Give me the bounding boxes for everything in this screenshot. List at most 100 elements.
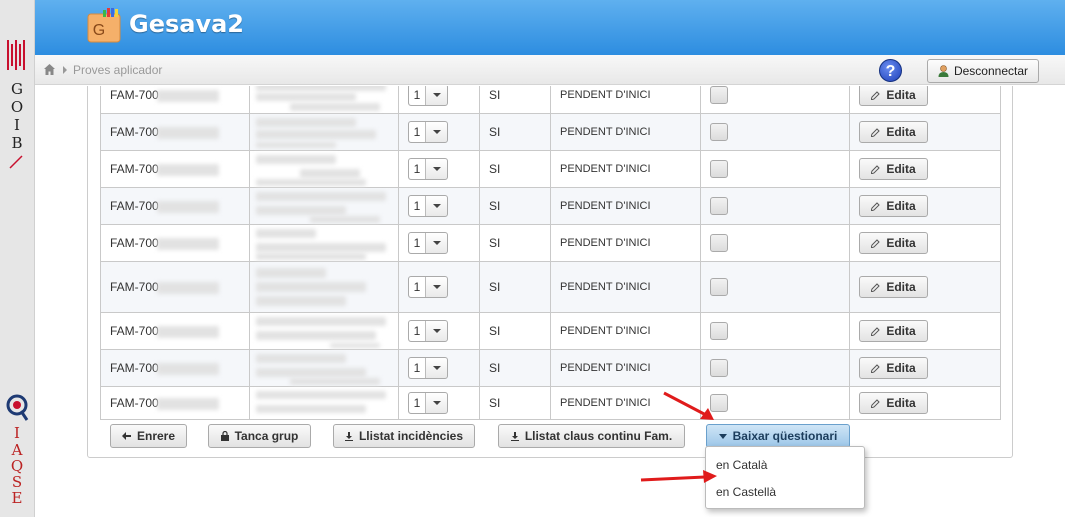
- table-row: FAM-700 1 SI PENDENT D'INICI Edita: [100, 150, 1001, 188]
- home-icon[interactable]: [44, 64, 55, 75]
- redacted-block: [310, 216, 380, 223]
- count-select-cell: 1: [398, 86, 480, 114]
- incidents-list-button[interactable]: Llistat incidències: [333, 424, 475, 448]
- redacted-block: [256, 354, 346, 363]
- row-checkbox[interactable]: [710, 322, 728, 340]
- yes-cell: SI: [479, 113, 551, 151]
- row-checkbox[interactable]: [710, 197, 728, 215]
- pencil-icon: [871, 127, 881, 137]
- count-select-value: 1: [409, 277, 426, 297]
- family-name-cell: [249, 224, 399, 262]
- redacted-block: [256, 253, 366, 260]
- status-value: PENDENT D'INICI: [560, 126, 651, 138]
- status-cell: PENDENT D'INICI: [550, 349, 701, 387]
- row-checkbox[interactable]: [710, 86, 728, 104]
- checkbox-cell: [700, 386, 850, 420]
- edit-button[interactable]: Edita: [859, 232, 928, 254]
- redacted-block: [256, 405, 366, 413]
- count-select-cell: 1: [398, 261, 480, 313]
- chevron-down-icon: [426, 321, 447, 341]
- family-code-cell: FAM-700: [100, 386, 250, 420]
- edit-cell: Edita: [849, 312, 1001, 350]
- row-checkbox[interactable]: [710, 278, 728, 296]
- edit-cell: Edita: [849, 224, 1001, 262]
- close-group-button[interactable]: Tanca grup: [208, 424, 311, 448]
- count-select[interactable]: 1: [408, 276, 448, 298]
- count-select[interactable]: 1: [408, 158, 448, 180]
- status-cell: PENDENT D'INICI: [550, 150, 701, 188]
- edit-button[interactable]: Edita: [859, 392, 928, 414]
- goib-letter: B: [11, 134, 23, 152]
- row-checkbox[interactable]: [710, 359, 728, 377]
- count-select[interactable]: 1: [408, 232, 448, 254]
- menu-item-spanish[interactable]: en Castellà: [716, 485, 776, 499]
- download-questionnaire-button[interactable]: Baixar qüestionari: [706, 424, 850, 448]
- table-row: FAM-700 1 SI PENDENT D'INICI Edita: [100, 261, 1001, 313]
- main-content: FAM-700 1 SI PENDENT D'INICI Edita FAM-700 1 SI…: [35, 86, 1065, 517]
- edit-button[interactable]: Edita: [859, 320, 928, 342]
- yes-value: SI: [489, 125, 501, 139]
- disconnect-button[interactable]: Desconnectar: [927, 59, 1039, 83]
- edit-button[interactable]: Edita: [859, 195, 928, 217]
- chevron-right-icon: [63, 66, 67, 74]
- redacted-block: [256, 229, 316, 238]
- count-select[interactable]: 1: [408, 357, 448, 379]
- download-questionnaire-label: Baixar qüestionari: [732, 429, 838, 443]
- redacted-block: [256, 93, 356, 101]
- menu-item-catalan[interactable]: en Català: [716, 458, 767, 472]
- count-select[interactable]: 1: [408, 86, 448, 106]
- count-select[interactable]: 1: [408, 320, 448, 342]
- yes-cell: SI: [479, 312, 551, 350]
- back-button[interactable]: Enrere: [110, 424, 187, 448]
- edit-label: Edita: [886, 396, 916, 410]
- row-checkbox[interactable]: [710, 123, 728, 141]
- pencil-icon: [871, 282, 881, 292]
- redacted-block: [256, 243, 386, 252]
- app-title: Gesava2: [129, 10, 244, 38]
- goib-logo-icon: [7, 40, 25, 70]
- edit-button[interactable]: Edita: [859, 121, 928, 143]
- chevron-down-icon: [426, 233, 447, 253]
- count-select-cell: 1: [398, 312, 480, 350]
- edit-button[interactable]: Edita: [859, 86, 928, 106]
- breadcrumb-item[interactable]: Proves aplicador: [73, 63, 162, 77]
- table-row: FAM-700 1 SI PENDENT D'INICI Edita: [100, 187, 1001, 225]
- row-checkbox[interactable]: [710, 160, 728, 178]
- edit-cell: Edita: [849, 86, 1001, 114]
- help-icon[interactable]: ?: [879, 59, 902, 82]
- redacted-block: [157, 398, 219, 410]
- redacted-block: [157, 238, 219, 250]
- edit-button[interactable]: Edita: [859, 357, 928, 379]
- status-cell: PENDENT D'INICI: [550, 113, 701, 151]
- pencil-icon: [871, 363, 881, 373]
- count-select[interactable]: 1: [408, 121, 448, 143]
- logo-letter: G: [93, 22, 105, 39]
- count-select[interactable]: 1: [408, 392, 448, 414]
- edit-cell: Edita: [849, 349, 1001, 387]
- checkbox-cell: [700, 261, 850, 313]
- annotation-arrow-icon: [663, 391, 714, 420]
- app-window: G Gesava2 Proves aplicador ? Desconnecta…: [35, 0, 1065, 517]
- yes-value: SI: [489, 162, 501, 176]
- close-group-label: Tanca grup: [234, 429, 299, 443]
- disconnect-label: Desconnectar: [953, 64, 1029, 78]
- redacted-block: [256, 282, 366, 292]
- arrow-left-icon: [121, 432, 131, 440]
- keys-list-button[interactable]: Llistat claus continu Fam.: [498, 424, 685, 448]
- status-cell: PENDENT D'INICI: [550, 261, 701, 313]
- edit-label: Edita: [886, 361, 916, 375]
- count-select[interactable]: 1: [408, 195, 448, 217]
- count-select-cell: 1: [398, 150, 480, 188]
- checkbox-cell: [700, 150, 850, 188]
- redacted-block: [256, 130, 376, 139]
- family-code: FAM-700: [110, 236, 159, 250]
- yes-value: SI: [489, 324, 501, 338]
- edit-label: Edita: [886, 162, 916, 176]
- edit-button[interactable]: Edita: [859, 276, 928, 298]
- table-row: FAM-700 1 SI PENDENT D'INICI Edita: [100, 349, 1001, 387]
- edit-button[interactable]: Edita: [859, 158, 928, 180]
- count-select-value: 1: [409, 159, 426, 179]
- checkbox-cell: [700, 312, 850, 350]
- pencil-icon: [871, 238, 881, 248]
- row-checkbox[interactable]: [710, 234, 728, 252]
